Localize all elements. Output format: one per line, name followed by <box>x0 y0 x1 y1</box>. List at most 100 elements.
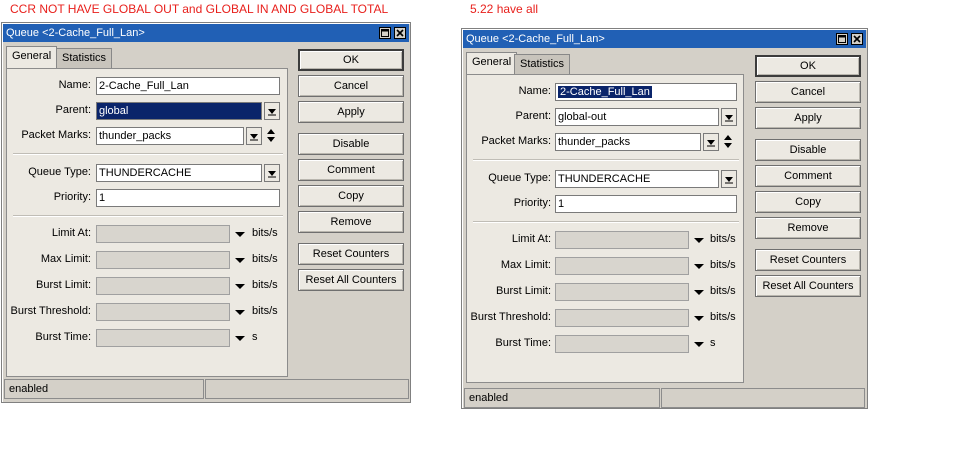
max-limit-input[interactable] <box>96 251 230 269</box>
packet-marks-label: Packet Marks: <box>21 129 91 141</box>
tab-statistics[interactable]: Statistics <box>56 48 113 68</box>
packet-marks-select[interactable]: thunder_packs <box>96 127 244 145</box>
comment-button[interactable]: Comment <box>755 165 861 187</box>
reset-all-counters-button[interactable]: Reset All Counters <box>755 275 861 297</box>
copy-button[interactable]: Copy <box>755 191 861 213</box>
packet-marks-dropdown-button[interactable] <box>246 127 262 145</box>
status-enabled: enabled <box>4 379 204 399</box>
dropdown-arrow-icon <box>725 177 733 184</box>
window-titlebar[interactable]: Queue <2-Cache_Full_Lan> <box>463 30 866 48</box>
dropdown-arrow-icon <box>235 284 245 289</box>
dropdown-arrow-icon <box>268 171 276 178</box>
name-input[interactable]: 2-Cache_Full_Lan <box>96 77 280 95</box>
reset-counters-button[interactable]: Reset Counters <box>298 243 404 265</box>
burst-limit-dropdown-button[interactable] <box>693 283 705 301</box>
maximize-button[interactable] <box>836 33 848 45</box>
apply-button[interactable]: Apply <box>755 107 861 129</box>
separator <box>13 215 283 217</box>
priority-value: 1 <box>558 198 565 210</box>
reset-all-counters-button[interactable]: Reset All Counters <box>298 269 404 291</box>
dropdown-arrow-icon <box>694 342 704 347</box>
max-limit-dropdown-button[interactable] <box>234 251 246 269</box>
max-limit-unit: bits/s <box>710 259 736 271</box>
remove-button[interactable]: Remove <box>755 217 861 239</box>
packet-marks-label: Packet Marks: <box>481 135 551 147</box>
close-button[interactable] <box>394 27 406 39</box>
parent-dropdown-button[interactable] <box>264 102 280 120</box>
tab-general[interactable]: General <box>6 46 58 68</box>
max-limit-unit: bits/s <box>252 253 278 265</box>
priority-input[interactable]: 1 <box>96 189 280 207</box>
queue-type-label: Queue Type: <box>488 172 551 184</box>
packet-marks-value: thunder_packs <box>99 130 172 142</box>
dropdown-arrow-icon <box>250 134 258 141</box>
burst-threshold-input[interactable] <box>555 309 689 327</box>
limit-at-dropdown-button[interactable] <box>234 225 246 243</box>
close-button[interactable] <box>851 33 863 45</box>
burst-threshold-input[interactable] <box>96 303 230 321</box>
limit-at-input[interactable] <box>555 231 689 249</box>
disable-button[interactable]: Disable <box>298 133 404 155</box>
burst-time-input[interactable] <box>555 335 689 353</box>
tab-general[interactable]: General <box>466 52 518 74</box>
copy-button[interactable]: Copy <box>298 185 404 207</box>
priority-label: Priority: <box>53 191 91 203</box>
burst-limit-input[interactable] <box>96 277 230 295</box>
burst-time-dropdown-button[interactable] <box>234 329 246 347</box>
burst-limit-input[interactable] <box>555 283 689 301</box>
maximize-icon <box>381 29 389 37</box>
maximize-button[interactable] <box>379 27 391 39</box>
disable-button[interactable]: Disable <box>755 139 861 161</box>
remove-button[interactable]: Remove <box>298 211 404 233</box>
parent-select[interactable]: global-out <box>555 108 719 126</box>
max-limit-label: Max Limit: <box>40 253 91 265</box>
max-limit-dropdown-button[interactable] <box>693 257 705 275</box>
close-icon <box>853 35 861 43</box>
queue-type-dropdown-button[interactable] <box>264 164 280 182</box>
dropdown-arrow-icon <box>694 264 704 269</box>
dropdown-arrow-icon <box>694 238 704 243</box>
status-enabled: enabled <box>464 388 660 408</box>
burst-time-input[interactable] <box>96 329 230 347</box>
burst-time-dropdown-button[interactable] <box>693 335 705 353</box>
window-titlebar[interactable]: Queue <2-Cache_Full_Lan> <box>3 24 409 42</box>
max-limit-input[interactable] <box>555 257 689 275</box>
ok-button[interactable]: OK <box>298 49 404 71</box>
queue-type-select[interactable]: THUNDERCACHE <box>96 164 262 182</box>
name-input[interactable]: 2-Cache_Full_Lan <box>555 83 737 101</box>
parent-label: Parent: <box>515 110 551 122</box>
name-value: 2-Cache_Full_Lan <box>558 86 652 98</box>
limit-at-dropdown-button[interactable] <box>693 231 705 249</box>
max-limit-label: Max Limit: <box>500 259 551 271</box>
burst-limit-unit: bits/s <box>710 285 736 297</box>
burst-threshold-label: Burst Threshold: <box>10 305 91 317</box>
queue-type-select[interactable]: THUNDERCACHE <box>555 170 719 188</box>
priority-input[interactable]: 1 <box>555 195 737 213</box>
limit-at-label: Limit At: <box>511 233 551 245</box>
ok-button[interactable]: OK <box>755 55 861 77</box>
priority-value: 1 <box>99 192 106 204</box>
packet-marks-add-remove[interactable] <box>265 127 277 145</box>
apply-button[interactable]: Apply <box>298 101 404 123</box>
parent-select[interactable]: global <box>96 102 262 120</box>
dropdown-arrow-icon <box>694 290 704 295</box>
burst-threshold-dropdown-button[interactable] <box>234 303 246 321</box>
packet-marks-select[interactable]: thunder_packs <box>555 133 701 151</box>
queue-type-dropdown-button[interactable] <box>721 170 737 188</box>
burst-threshold-dropdown-button[interactable] <box>693 309 705 327</box>
packet-marks-add-remove[interactable] <box>722 133 734 151</box>
reset-counters-button[interactable]: Reset Counters <box>755 249 861 271</box>
burst-limit-dropdown-button[interactable] <box>234 277 246 295</box>
dropdown-arrow-icon <box>235 232 245 237</box>
packet-marks-dropdown-button[interactable] <box>703 133 719 151</box>
limit-at-input[interactable] <box>96 225 230 243</box>
dropdown-arrow-icon <box>725 115 733 122</box>
burst-time-label: Burst Time: <box>495 337 551 349</box>
name-label: Name: <box>58 79 91 91</box>
tab-statistics[interactable]: Statistics <box>514 54 571 74</box>
queue-window-left: Queue <2-Cache_Full_Lan> General Statist… <box>1 22 411 403</box>
cancel-button[interactable]: Cancel <box>298 75 404 97</box>
cancel-button[interactable]: Cancel <box>755 81 861 103</box>
comment-button[interactable]: Comment <box>298 159 404 181</box>
parent-dropdown-button[interactable] <box>721 108 737 126</box>
